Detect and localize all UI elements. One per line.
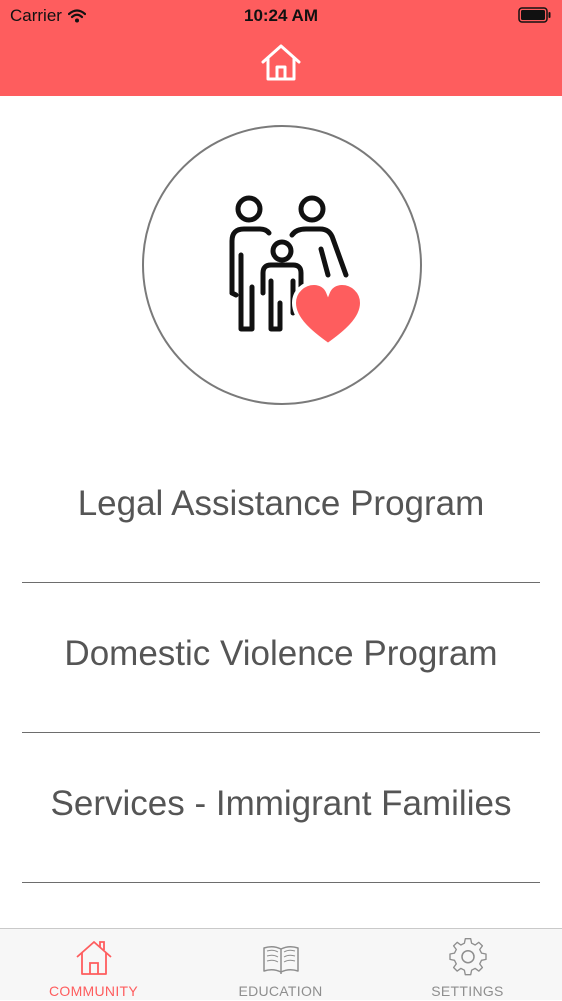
book-icon [262, 945, 299, 974]
tab-bar: COMMUNITY EDUCATION SETTINGS [0, 928, 562, 1000]
program-label: Legal Assistance Program [77, 484, 485, 523]
status-time: 10:24 AM [243, 6, 318, 25]
home-icon [75, 941, 112, 975]
gear-icon [448, 938, 487, 976]
tab-education[interactable]: EDUCATION [187, 929, 374, 1001]
program-label: Services - Immigrant Families [50, 784, 512, 823]
program-immigrant-families[interactable]: Services - Immigrant Families [22, 732, 540, 882]
home-nav-button[interactable] [260, 43, 302, 83]
program-label: Domestic Violence Program [64, 634, 498, 673]
status-bar: Carrier 10:24 AM [0, 0, 562, 32]
battery-icon [518, 7, 552, 28]
tab-label: EDUCATION [238, 983, 323, 999]
tab-label: COMMUNITY [48, 983, 139, 999]
program-domestic-violence[interactable]: Domestic Violence Program [22, 582, 540, 732]
divider [22, 882, 540, 883]
tab-community[interactable]: COMMUNITY [0, 929, 187, 1001]
home-icon [261, 44, 301, 81]
family-heart-icon [229, 195, 365, 345]
app-header: Carrier 10:24 AM [0, 0, 562, 96]
program-legal-assistance[interactable]: Legal Assistance Program [22, 432, 540, 582]
tab-settings[interactable]: SETTINGS [374, 929, 561, 1001]
hero-circle [142, 125, 422, 405]
tab-label: SETTINGS [431, 983, 504, 999]
